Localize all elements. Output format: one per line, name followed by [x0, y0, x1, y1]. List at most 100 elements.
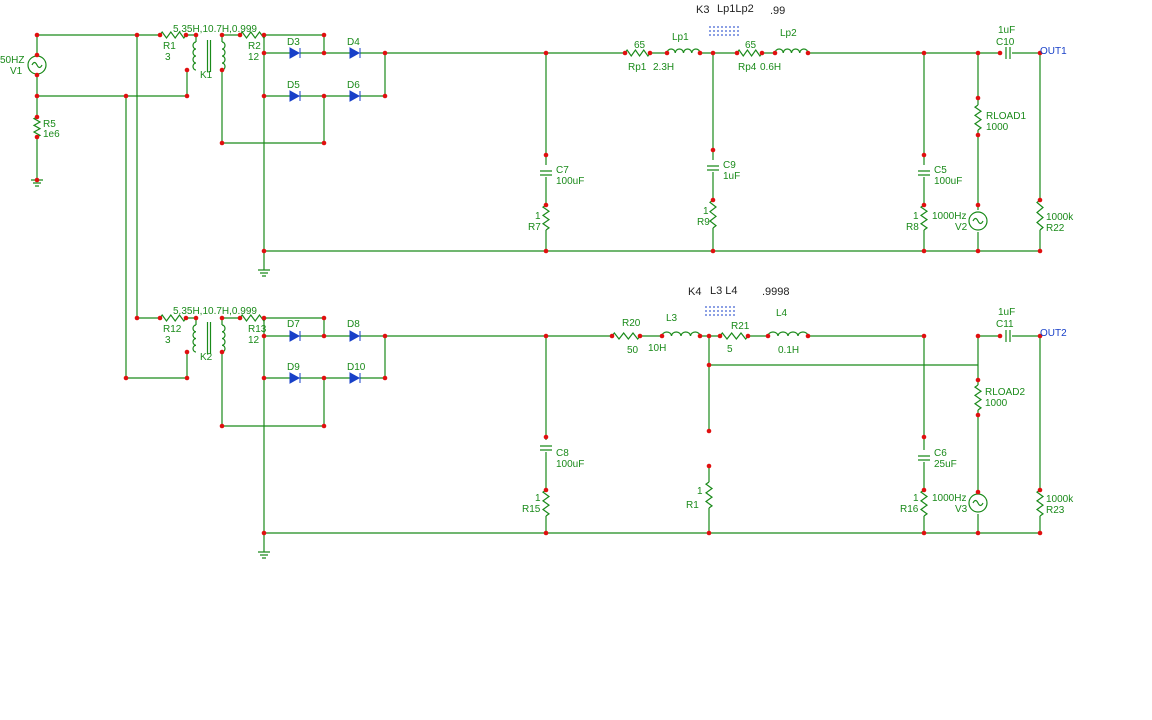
junction-node-22 — [622, 50, 628, 56]
d10-diode-symbol — [349, 372, 361, 384]
k3-name-label: K3 — [696, 4, 709, 16]
c10-value-label: 1uF — [998, 25, 1015, 36]
junction-node-73 — [609, 333, 615, 339]
c5-value-label: 100uF — [934, 176, 962, 187]
v2-freq-label: 1000Hz — [932, 211, 966, 222]
junction-node-19 — [321, 50, 327, 56]
junction-node-93 — [543, 530, 549, 536]
c11-capacitor-symbol — [1005, 330, 1011, 342]
r20-name-label: R20 — [622, 318, 641, 329]
junction-node-28 — [759, 50, 765, 56]
r16-name-label: R16 — [900, 504, 919, 515]
r21-resistor-symbol — [719, 332, 749, 340]
lp2-name-label: Lp2 — [780, 28, 797, 39]
junction-node-49 — [921, 248, 927, 254]
r23-resistor-symbol — [1035, 489, 1045, 517]
r23-value-label: 1000k — [1046, 494, 1074, 505]
c10-name-label: C10 — [996, 37, 1015, 48]
rload1-resistor-symbol — [973, 104, 983, 131]
k2-spec-label: 5.35H,10.7H,0.999 — [173, 306, 257, 317]
r7-name-label: R7 — [528, 222, 541, 233]
junction-node-58 — [157, 315, 163, 321]
junction-node-74 — [637, 333, 643, 339]
junction-node-31 — [921, 50, 927, 56]
r16-value-label: 1 — [913, 493, 919, 504]
junction-node-71 — [382, 333, 388, 339]
lp1-name-label: Lp1 — [672, 32, 689, 43]
junction-node-53 — [975, 248, 981, 254]
junction-node-14 — [184, 67, 190, 73]
r2-value-label: 12 — [248, 52, 260, 63]
junction-node-39 — [321, 140, 327, 146]
k1-name-label: K1 — [200, 70, 213, 81]
junction-node-102 — [975, 412, 981, 418]
r1x-name-label: R1 — [686, 500, 699, 511]
rload2-resistor-symbol — [973, 384, 983, 411]
junction-node-83 — [975, 333, 981, 339]
l4-value-label: 0.1H — [778, 345, 799, 356]
junction-node-64 — [321, 315, 327, 321]
junction-node-32 — [975, 50, 981, 56]
c9-value-label: 1uF — [723, 171, 740, 182]
k3-coupling-label: .99 — [770, 5, 785, 17]
rp4-name-label: Rp4 — [738, 62, 757, 73]
junction-node-78 — [717, 333, 723, 339]
junction-node-26 — [710, 50, 716, 56]
d5-diode-symbol — [289, 90, 301, 102]
junction-node-88 — [382, 375, 388, 381]
junction-node-21 — [543, 50, 549, 56]
lower-ground-symbol — [258, 551, 270, 559]
junction-node-77 — [706, 333, 712, 339]
junction-node-89 — [219, 423, 225, 429]
junction-node-80 — [765, 333, 771, 339]
d3-label: D3 — [287, 37, 300, 48]
v2-source-symbol-wave — [972, 217, 984, 225]
r22-name-label: R22 — [1046, 223, 1065, 234]
c7-value-label: 100uF — [556, 176, 584, 187]
d4-label: D4 — [347, 37, 360, 48]
junction-node-0 — [34, 32, 40, 38]
junction-node-96 — [706, 463, 712, 469]
junction-node-9 — [34, 52, 40, 58]
c6-name-label: C6 — [934, 448, 947, 459]
upper-ground-symbol — [258, 269, 270, 277]
r23-name-label: R23 — [1046, 505, 1065, 516]
c11-value-label: 1uF — [998, 307, 1015, 318]
k4-name-label: K4 — [688, 286, 701, 298]
out1-label: OUT1 — [1040, 46, 1067, 57]
r1x-value-label: 1 — [697, 486, 703, 497]
junction-node-90 — [321, 423, 327, 429]
c9-capacitor-symbol — [707, 165, 719, 171]
k1-core-symbol — [206, 40, 212, 72]
k3-inductors-label: Lp1Lp2 — [717, 3, 754, 15]
junction-node-35 — [261, 93, 267, 99]
junction-node-10 — [34, 72, 40, 78]
junction-node-68 — [219, 349, 225, 355]
c10-capacitor-symbol — [1005, 47, 1011, 59]
junction-node-30 — [805, 50, 811, 56]
junction-node-91 — [543, 434, 549, 440]
r12-value-label: 3 — [165, 335, 171, 346]
junction-node-57 — [134, 315, 140, 321]
r5-value-label: 1e6 — [43, 129, 60, 140]
junction-node-13 — [184, 93, 190, 99]
rload2-value-label: 1000 — [985, 398, 1008, 409]
c8-capacitor-symbol — [540, 445, 552, 451]
junction-node-107 — [261, 530, 267, 536]
r22-value-label: 1000k — [1046, 212, 1074, 223]
k2-primary-coil — [192, 324, 197, 353]
junction-node-81 — [805, 333, 811, 339]
junction-node-70 — [321, 333, 327, 339]
junction-node-65 — [123, 375, 129, 381]
r15-value-label: 1 — [535, 493, 541, 504]
lp1-value-label: 2.3H — [653, 62, 674, 73]
d7-label: D7 — [287, 319, 300, 330]
junction-node-76 — [697, 333, 703, 339]
c8-value-label: 100uF — [556, 459, 584, 470]
d9-diode-symbol — [289, 372, 301, 384]
junction-node-51 — [975, 132, 981, 138]
r15-name-label: R15 — [522, 504, 541, 515]
junction-node-67 — [184, 349, 190, 355]
junction-node-54 — [1037, 197, 1043, 203]
junction-node-103 — [975, 489, 981, 495]
